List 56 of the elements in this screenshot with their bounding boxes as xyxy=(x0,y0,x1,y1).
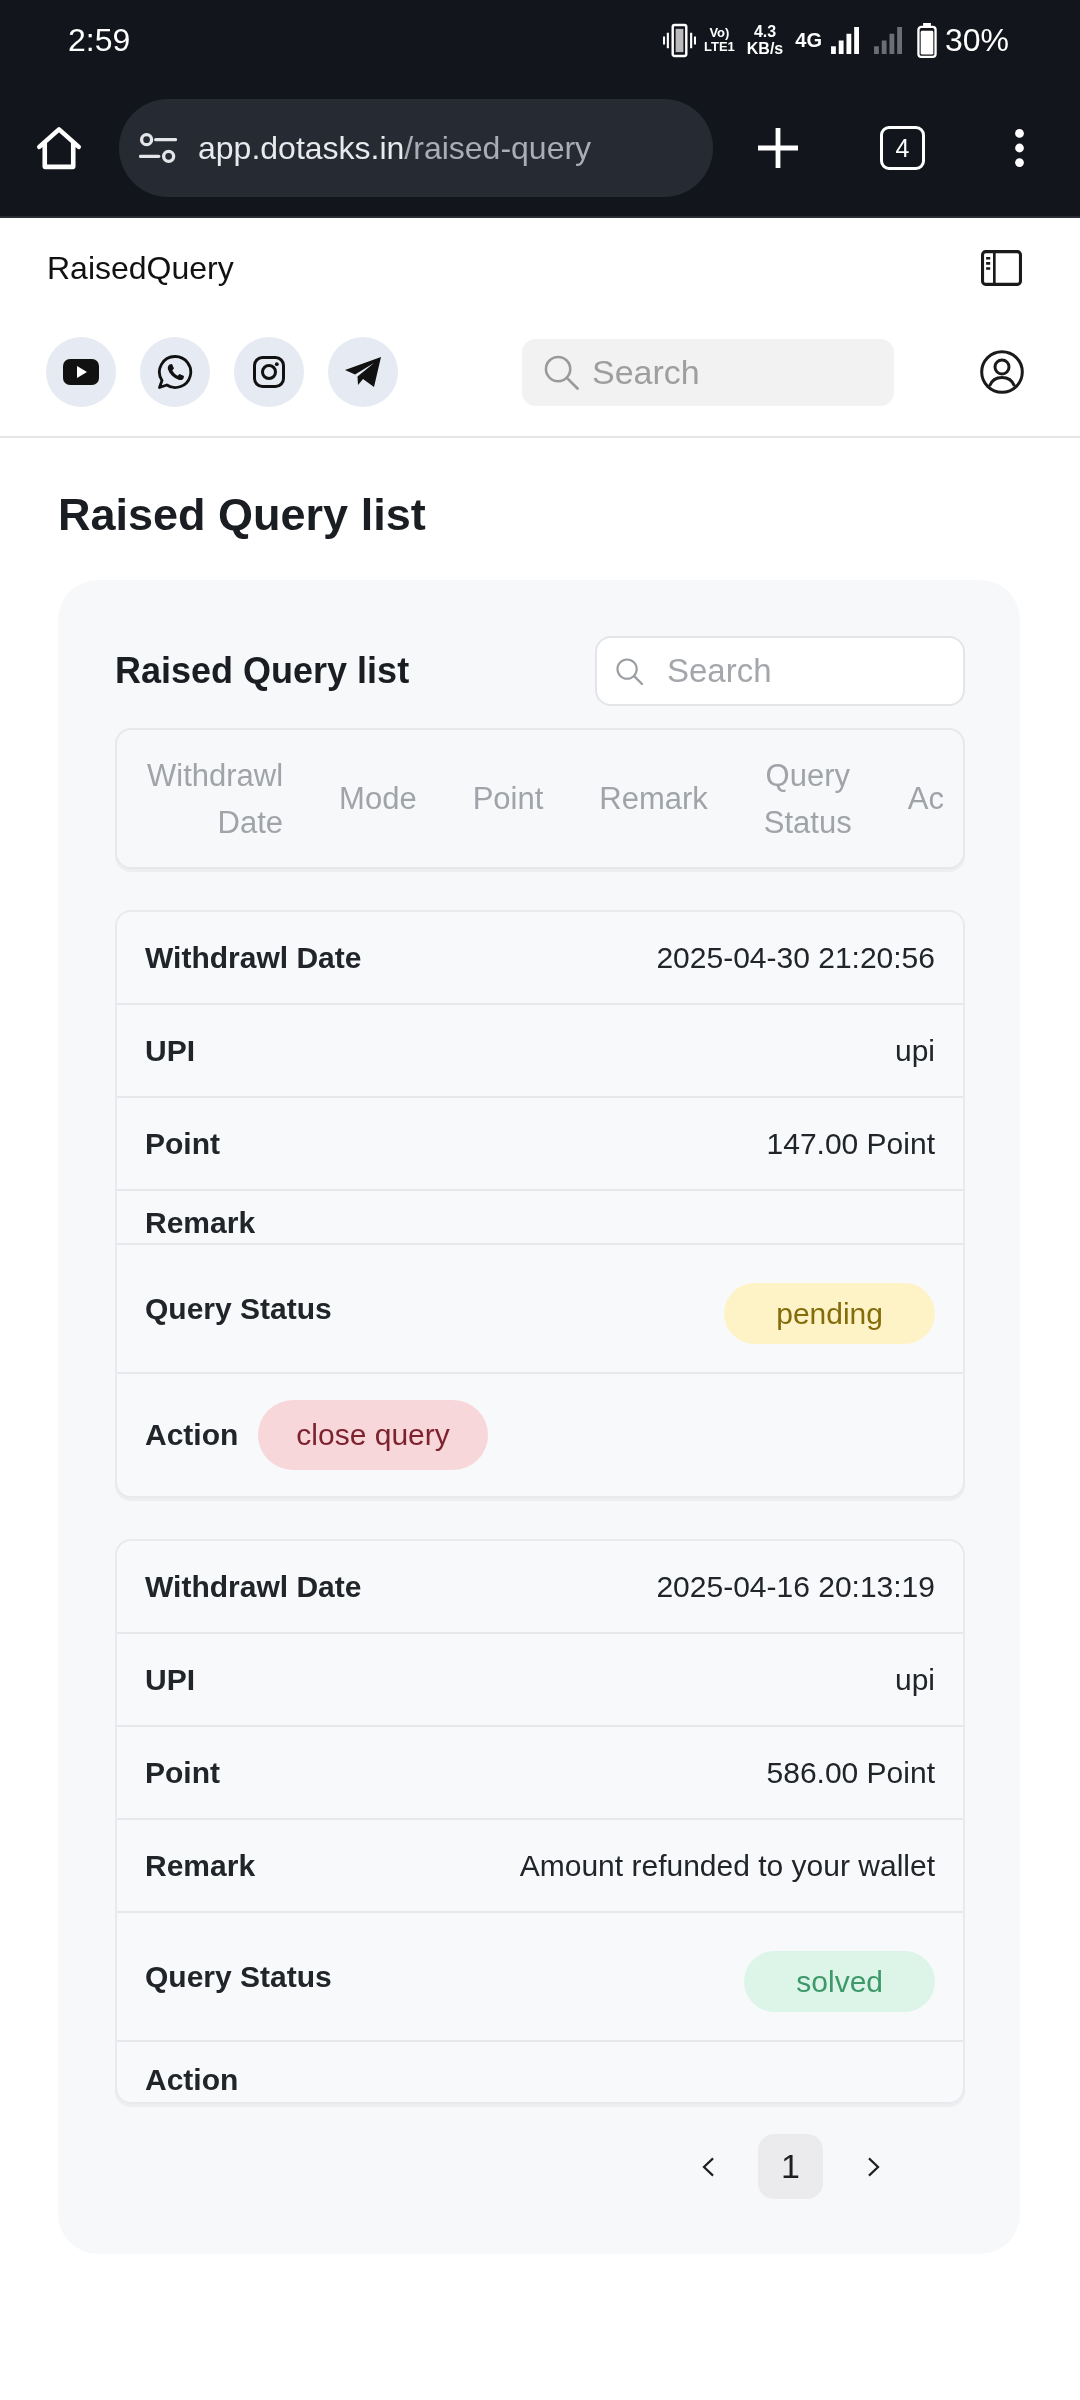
column-header: Ac xyxy=(907,780,944,818)
column-header: Withdrawl Date xyxy=(147,756,284,842)
battery-percent: 30% xyxy=(944,21,1009,59)
field-label: UPI xyxy=(145,1661,195,1698)
status-time: 2:59 xyxy=(68,21,131,59)
field-label: Action xyxy=(145,1417,239,1453)
panel-title: Raised Query list xyxy=(115,650,410,692)
column-header: Query Status xyxy=(763,756,852,842)
close-query-button[interactable]: close query xyxy=(258,1400,488,1470)
search-icon xyxy=(616,658,643,685)
column-header: Mode xyxy=(339,780,417,818)
field-label: Withdrawl Date xyxy=(145,939,362,976)
new-tab-icon[interactable] xyxy=(758,128,798,168)
status-badge: solved xyxy=(744,1951,935,2012)
battery-icon xyxy=(916,22,937,58)
field-label: UPI xyxy=(145,1032,195,1069)
network-type: 4G xyxy=(795,28,822,52)
site-settings-icon[interactable] xyxy=(139,132,177,164)
sidebar-toggle-icon[interactable] xyxy=(981,250,1022,286)
search-icon xyxy=(544,354,579,390)
network-speed: 4.3 KB/s xyxy=(746,23,784,57)
profile-icon[interactable] xyxy=(980,350,1024,394)
field-label: Remark xyxy=(145,1847,256,1884)
field-value: 586.00 Point xyxy=(766,1755,935,1790)
field-value: upi xyxy=(894,1662,935,1697)
field-label: Point xyxy=(145,1754,220,1791)
menu-icon[interactable] xyxy=(1013,129,1026,167)
field-value: 2025-04-16 20:13:19 xyxy=(656,1569,935,1604)
signal-icon xyxy=(873,26,903,54)
search-field[interactable]: Search xyxy=(595,636,965,706)
url-text[interactable]: app.dotasks.in/raised-query xyxy=(198,129,592,167)
volte-indicator: Vo) LTE1 xyxy=(704,26,735,54)
field-label: Withdrawl Date xyxy=(145,1568,362,1605)
signal-icon xyxy=(830,26,860,54)
field-label: Query Status xyxy=(145,1958,332,1995)
field-value: upi xyxy=(894,1033,935,1068)
field-value: Amount refunded to your wallet xyxy=(519,1848,935,1883)
app-title: RaisedQuery xyxy=(47,249,234,287)
field-value: 2025-04-30 21:20:56 xyxy=(656,940,935,975)
column-header: Point xyxy=(472,780,544,818)
field-label: Query Status xyxy=(145,1290,332,1327)
address-bar[interactable]: app.dotasks.in/raised-query xyxy=(119,99,713,197)
search-field[interactable]: Search xyxy=(522,338,894,406)
column-header: Remark xyxy=(599,780,708,818)
home-icon[interactable] xyxy=(36,126,82,170)
page-title: Raised Query list xyxy=(58,488,426,542)
tab-switcher-button[interactable]: 4 xyxy=(880,126,925,170)
field-value: 147.00 Point xyxy=(766,1126,935,1161)
field-label: Point xyxy=(145,1125,220,1162)
vibrate-icon xyxy=(663,22,696,58)
field-label: Action xyxy=(145,2062,239,2098)
chevron-right-icon xyxy=(866,2156,880,2177)
field-label: Remark xyxy=(145,1205,256,1241)
chevron-left-icon xyxy=(701,2156,715,2177)
status-badge: pending xyxy=(724,1283,935,1344)
page-number-button[interactable]: 1 xyxy=(758,2134,823,2199)
